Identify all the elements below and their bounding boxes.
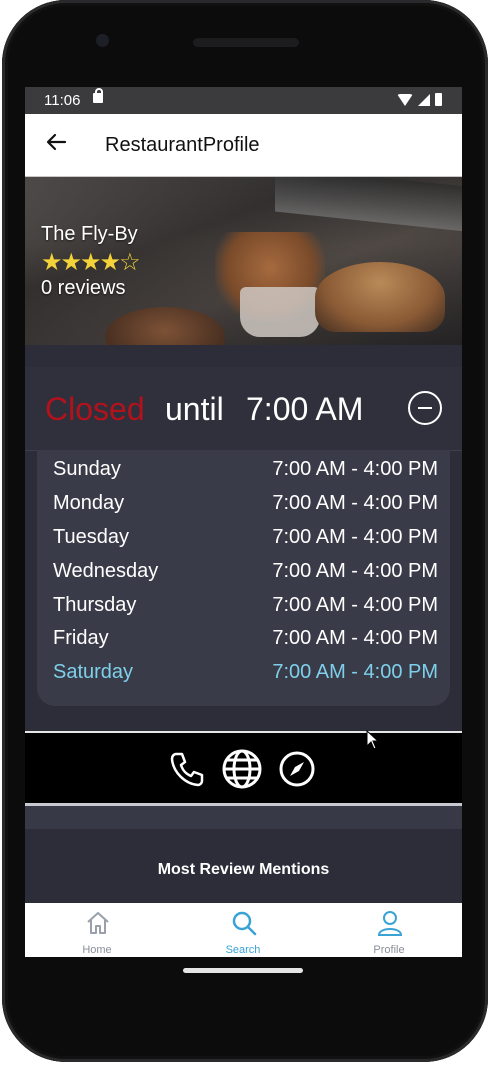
bottom-navigation: Home Search Profile xyxy=(25,903,462,957)
section-title: Most Review Mentions xyxy=(157,861,330,878)
profile-icon xyxy=(376,909,404,937)
arrow-left-icon[interactable] xyxy=(41,127,71,157)
hours-time: 7:00 AM - 4:00 PM xyxy=(272,458,438,480)
nav-home[interactable]: Home xyxy=(47,903,147,957)
next-open-time: 7:00 AM xyxy=(246,391,364,427)
nav-label: Home xyxy=(82,944,112,956)
hours-day: Wednesday xyxy=(53,560,159,582)
lock-icon xyxy=(93,88,103,103)
nav-profile[interactable]: Profile xyxy=(339,903,439,957)
status-time: 11:06 xyxy=(44,92,81,109)
gesture-home-bar[interactable] xyxy=(183,968,303,973)
status-bar: 11:06 xyxy=(25,87,462,114)
search-icon xyxy=(230,909,258,937)
hours-day: Thursday xyxy=(53,594,137,616)
nav-search[interactable]: Search xyxy=(193,903,293,957)
nav-label: Profile xyxy=(373,944,405,956)
restaurant-name: The Fly-By xyxy=(41,223,138,245)
star-rating: ★★★★☆ xyxy=(41,249,141,276)
compass-icon[interactable] xyxy=(278,750,316,788)
phone-icon[interactable] xyxy=(167,749,207,789)
contact-actions xyxy=(25,733,462,803)
wifi-icon xyxy=(397,93,413,106)
review-mentions-section: Most Review Mentions xyxy=(25,829,462,903)
hours-time: 7:00 AM - 4:00 PM xyxy=(272,526,438,548)
open-status-header[interactable]: Closed until 7:00 AM xyxy=(25,367,462,451)
until-label: until xyxy=(165,391,224,427)
app-bar: RestaurantProfile xyxy=(25,114,462,177)
restaurant-hero-image: The Fly-By ★★★★☆ 0 reviews xyxy=(25,177,462,345)
app-screen: 11:06 RestaurantProfile The Fly-By ★★★★☆ xyxy=(25,87,462,957)
photo-bun xyxy=(105,307,225,345)
hours-day: Friday xyxy=(53,627,109,649)
hours-day: Sunday xyxy=(53,458,121,480)
section-spacer xyxy=(25,806,462,829)
hours-day: Tuesday xyxy=(53,526,129,548)
closed-label: Closed xyxy=(45,391,145,427)
mouse-cursor-icon xyxy=(366,729,380,750)
hours-time: 7:00 AM - 4:00 PM xyxy=(272,560,438,582)
phone-frame: 11:06 RestaurantProfile The Fly-By ★★★★☆ xyxy=(0,0,490,1069)
page-title: RestaurantProfile xyxy=(105,134,260,156)
battery-icon xyxy=(435,93,442,106)
globe-icon[interactable] xyxy=(221,748,263,790)
hours-time: 7:00 AM - 4:00 PM xyxy=(272,492,438,514)
front-camera xyxy=(96,34,109,47)
signal-icon xyxy=(418,93,430,106)
hours-time: 7:00 AM - 4:00 PM xyxy=(272,661,438,683)
photo-cup xyxy=(240,287,320,337)
photo-table xyxy=(275,177,462,233)
nav-label: Search xyxy=(225,944,261,956)
hours-panel: Sunday 7:00 AM - 4:00 PM Monday 7:00 AM … xyxy=(37,450,450,706)
photo-burger xyxy=(315,262,445,332)
hours-time: 7:00 AM - 4:00 PM xyxy=(272,627,438,649)
hours-day: Saturday xyxy=(53,661,134,683)
home-icon xyxy=(84,909,112,937)
hours-day: Monday xyxy=(53,492,125,514)
earpiece-speaker xyxy=(193,38,299,47)
collapse-minus-icon[interactable] xyxy=(408,391,442,425)
review-count: 0 reviews xyxy=(41,277,126,299)
hours-time: 7:00 AM - 4:00 PM xyxy=(272,594,438,616)
status-icons xyxy=(397,93,442,106)
